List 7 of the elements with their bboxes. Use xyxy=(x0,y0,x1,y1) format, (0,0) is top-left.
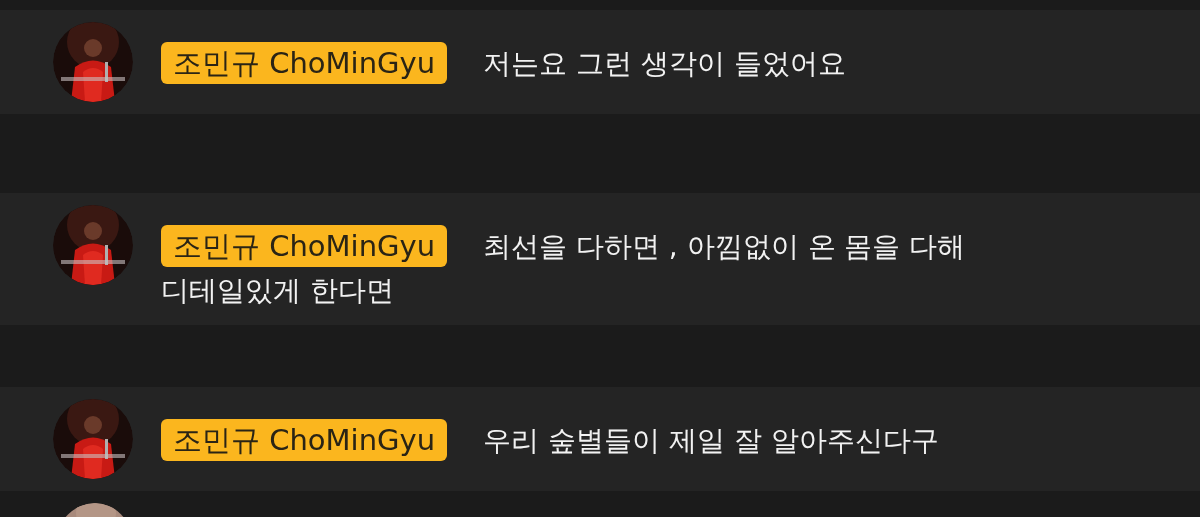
author-badge: 조민규 ChoMinGyu xyxy=(161,225,448,267)
author-badge: 조민규 ChoMinGyu xyxy=(161,419,448,461)
author-badge: 조민규 ChoMinGyu xyxy=(161,42,448,84)
message-text: 우리 숲별들이 제일 잘 알아주신다구 xyxy=(483,423,939,459)
message-text: 디테일있게 한다면 xyxy=(161,273,395,309)
message-text: 저는요 그런 생각이 들었어요 xyxy=(483,46,846,82)
message-text: 최선을 다하면 , 아낌없이 온 몸을 다해 xyxy=(483,229,966,265)
